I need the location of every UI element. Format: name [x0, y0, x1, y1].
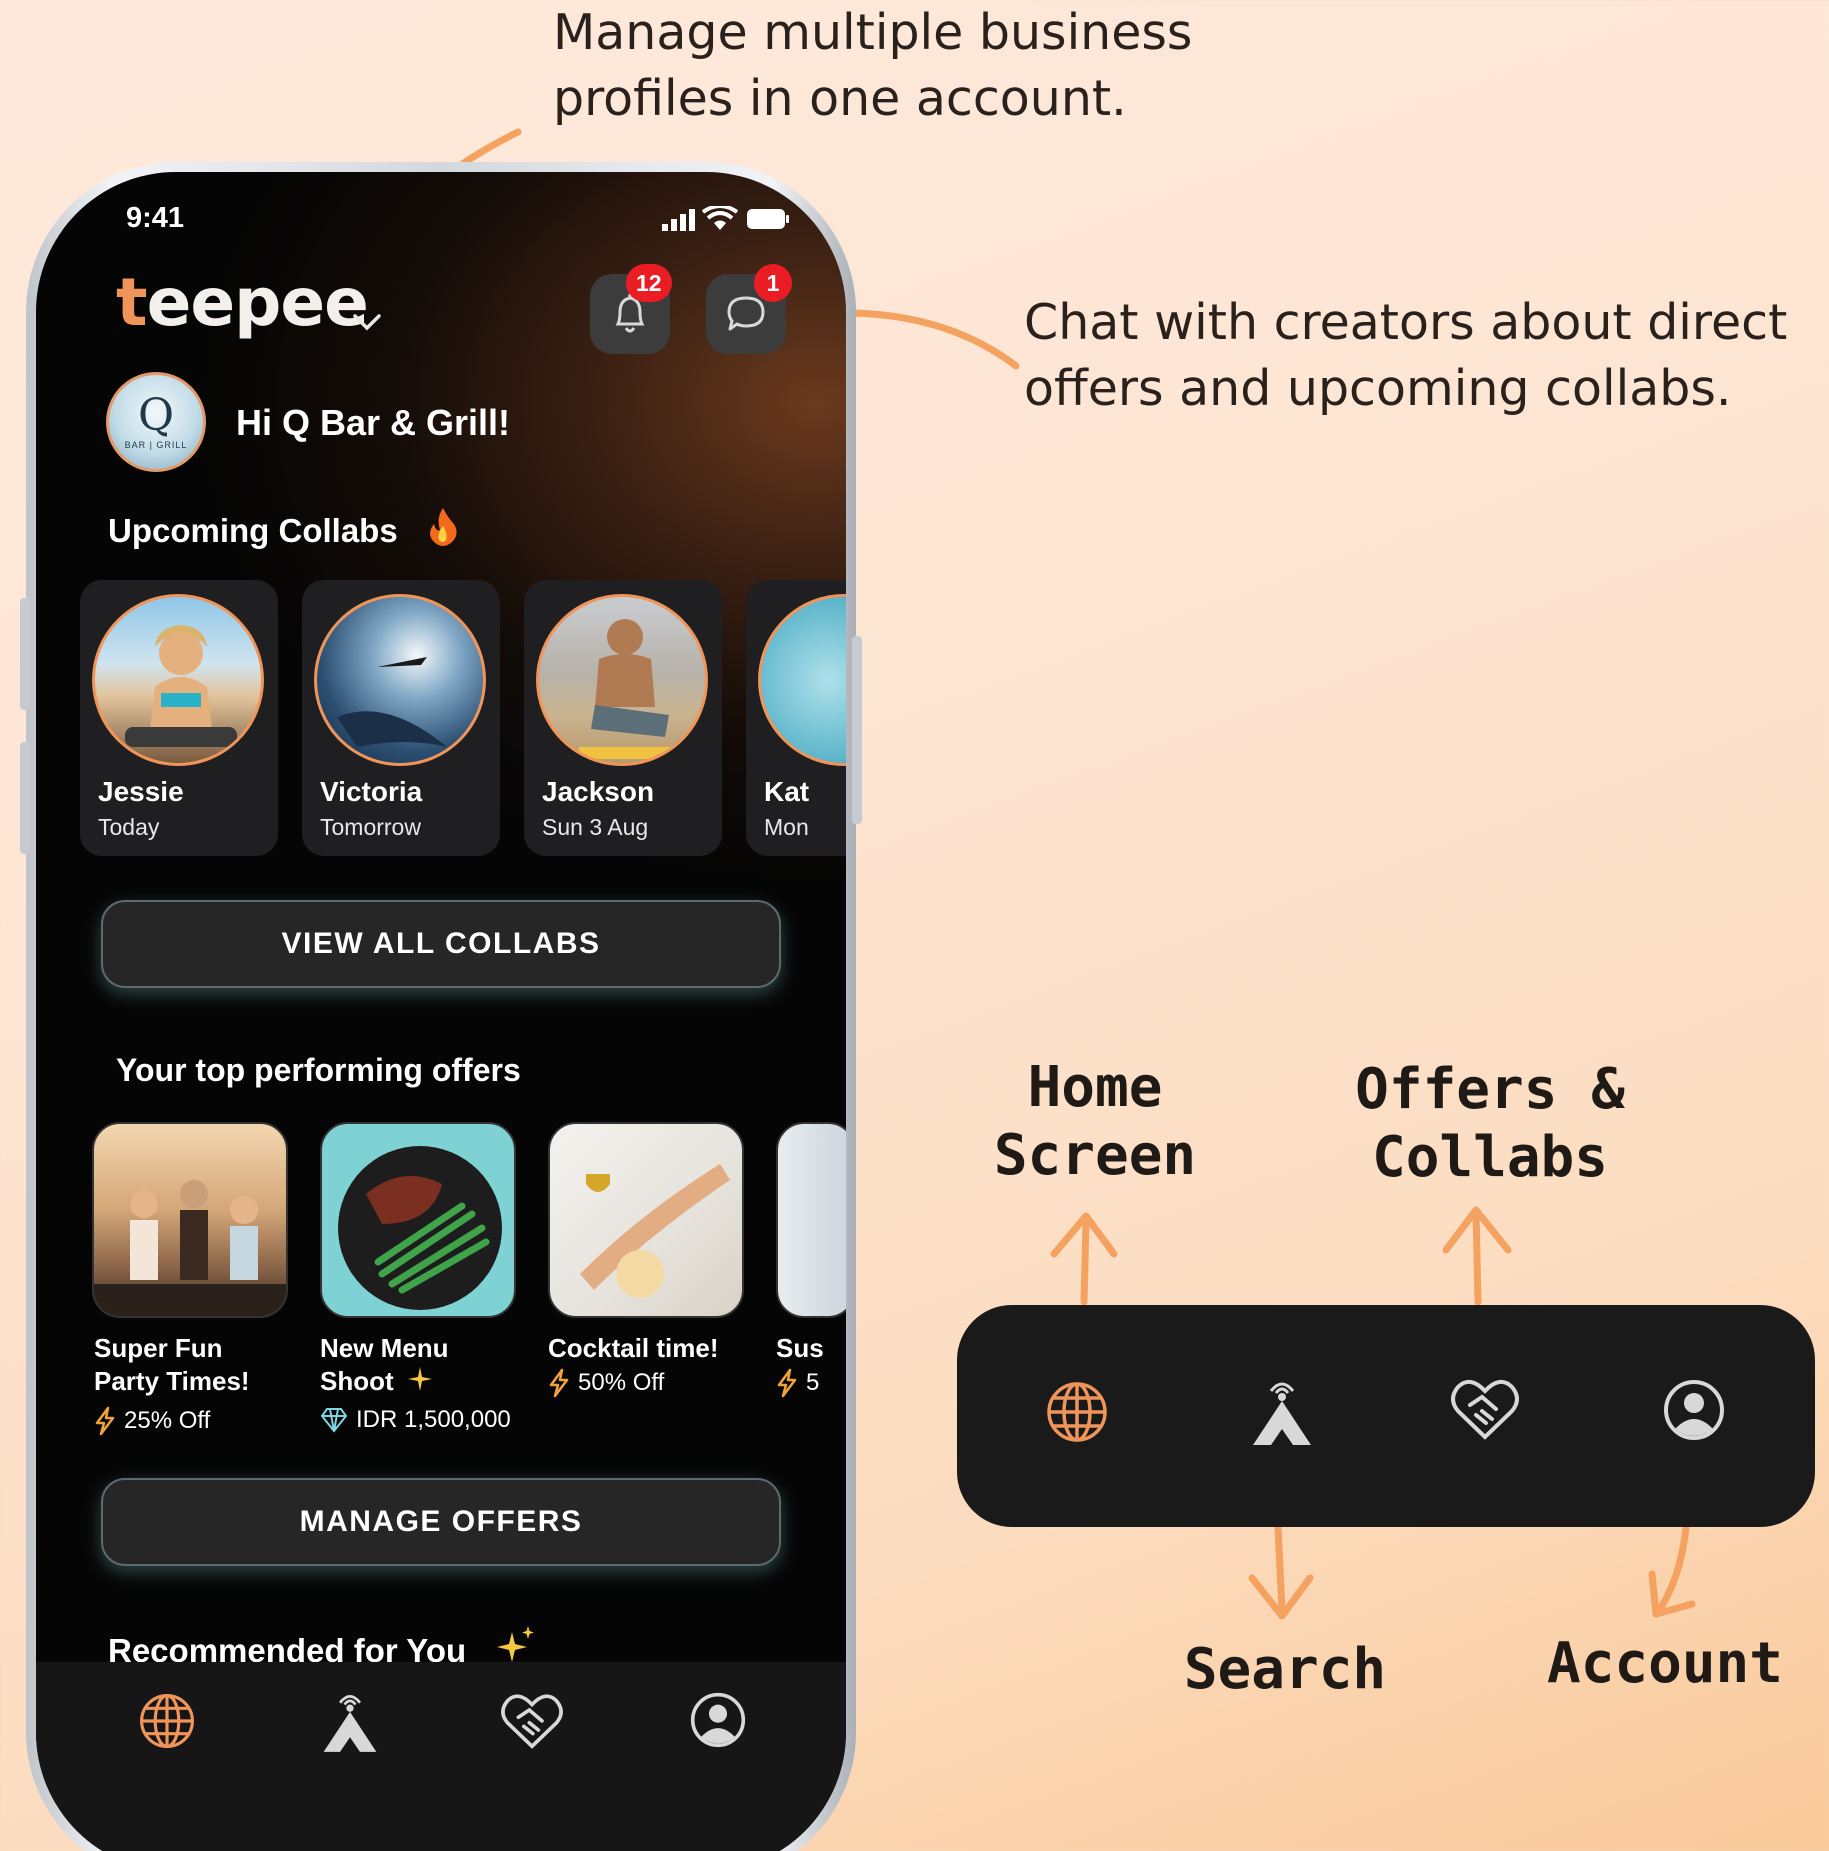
business-avatar[interactable]: Q BAR | GRILL: [106, 372, 206, 472]
diamond-icon: [320, 1408, 348, 1433]
annotation-profiles-line2: profiles in one account.: [553, 70, 1127, 127]
battery-icon: [747, 209, 789, 229]
offer-discount: 25% Off: [124, 1407, 211, 1434]
phone-side-button: [20, 742, 30, 854]
creator-name: Jessie: [98, 776, 184, 807]
creator-name: Victoria: [320, 776, 423, 807]
account-icon[interactable]: [690, 1692, 746, 1748]
sparkles-icon: [497, 1626, 534, 1662]
collab-date: Tomorrow: [320, 814, 421, 840]
enlarged-tab-bar: [957, 1305, 1815, 1527]
offer-title-line1: Sus: [776, 1333, 824, 1363]
lightning-icon: [95, 1406, 115, 1436]
messages-badge: 1: [754, 264, 792, 302]
offer-image[interactable]: [548, 1122, 744, 1318]
label-home-screen: Home Screen: [985, 1054, 1205, 1190]
teepee-search-icon[interactable]: [320, 1686, 380, 1754]
offer-meta: 5: [776, 1368, 819, 1398]
annotation-profiles: Manage multiple business profiles in one…: [553, 0, 1192, 132]
label-home-line2: Screen: [993, 1123, 1197, 1188]
tab-bar: [36, 1662, 846, 1851]
view-all-collabs-button[interactable]: VIEW ALL COLLABS: [101, 900, 781, 988]
offer-title: Cocktail time!: [548, 1332, 719, 1365]
creator-photo: [758, 594, 846, 766]
annotation-chat: Chat with creators about direct offers a…: [1024, 290, 1787, 422]
offer-title-line1: Super Fun: [94, 1333, 223, 1363]
teepee-search-icon[interactable]: [1249, 1373, 1315, 1447]
offer-title-line2-wrap: Shoot: [320, 1365, 449, 1398]
section-top-offers-title: Your top performing offers: [116, 1052, 521, 1088]
offer-title: Sus: [776, 1332, 824, 1365]
collab-card[interactable]: Victoria Tomorrow: [302, 580, 500, 856]
annotation-profiles-line1: Manage multiple business: [553, 4, 1193, 61]
offer-title-line2: Party Times!: [94, 1366, 250, 1396]
signal-icon: [662, 209, 695, 231]
creator-photo: [314, 594, 486, 766]
offer-title-line1: Cocktail time!: [548, 1333, 719, 1363]
globe-icon[interactable]: [1045, 1380, 1109, 1444]
creator-photo: [536, 594, 708, 766]
creator-name: Jackson: [542, 776, 655, 807]
offer-image[interactable]: [320, 1122, 516, 1318]
app-logo[interactable]: teepee: [116, 264, 369, 341]
offer-image-illustration: [94, 1180, 286, 1316]
creator-photo: [92, 594, 264, 766]
phone-power-button: [852, 636, 862, 824]
offer-title-line2: Shoot: [320, 1366, 394, 1396]
wifi-icon: [702, 206, 738, 230]
offer-image-illustration: [338, 1146, 502, 1310]
creator-photo-illustration: [337, 657, 447, 747]
label-offers-collabs: Offers & Collabs: [1350, 1056, 1630, 1192]
fire-icon: [430, 508, 457, 546]
status-time: 9:41: [126, 202, 185, 234]
offer-title: New Menu Shoot: [320, 1332, 449, 1398]
chat-bubble-icon: [727, 296, 765, 331]
offer-title-line1: New Menu: [320, 1333, 449, 1363]
creator-name: Kat: [764, 776, 810, 807]
annotation-chat-line2: offers and upcoming collabs.: [1024, 360, 1732, 417]
greeting: Hi Q Bar & Grill!: [236, 402, 511, 443]
offer-meta: 50% Off: [548, 1368, 664, 1398]
offer-meta: IDR 1,500,000: [320, 1406, 511, 1434]
section-upcoming-collabs: Upcoming Collabs: [108, 512, 398, 550]
offer-image-illustration: [580, 1164, 730, 1298]
offer-image[interactable]: [92, 1122, 288, 1318]
annotation-chat-line1: Chat with creators about direct: [1024, 294, 1788, 351]
manage-offers-button[interactable]: MANAGE OFFERS: [101, 1478, 781, 1566]
offer-title: Super Fun Party Times!: [94, 1332, 250, 1398]
notifications-badge: 12: [626, 264, 672, 302]
upcoming-collabs-title: Upcoming Collabs: [108, 512, 398, 549]
offer-discount: 50% Off: [578, 1369, 665, 1396]
sparkle-icon: [407, 1367, 432, 1391]
collab-date: Mon: [764, 814, 809, 840]
collab-date: Today: [98, 814, 160, 840]
avatar-subtext: BAR | GRILL: [124, 440, 188, 450]
lightning-icon: [777, 1368, 797, 1398]
offer-discount: 5: [806, 1369, 820, 1396]
collab-card[interactable]: Jackson Sun 3 Aug: [524, 580, 722, 856]
collab-card[interactable]: Kat Mon: [746, 580, 846, 856]
creator-photo-illustration: [579, 619, 679, 759]
globe-icon[interactable]: [138, 1692, 196, 1750]
account-icon[interactable]: [1663, 1379, 1725, 1441]
label-home-line1: Home: [1027, 1055, 1163, 1120]
handshake-heart-icon[interactable]: [500, 1690, 564, 1750]
lightning-icon: [549, 1368, 569, 1398]
creator-photo-illustration: [125, 625, 237, 747]
avatar-letter: Q: [137, 390, 175, 441]
label-offers-line2: Collabs: [1371, 1125, 1608, 1190]
offer-price: IDR 1,500,000: [356, 1406, 511, 1433]
label-account: Account: [1546, 1631, 1783, 1696]
chevron-down-icon[interactable]: [352, 312, 382, 332]
offer-image[interactable]: [776, 1122, 846, 1318]
label-search: Search: [1183, 1637, 1387, 1702]
phone-screen: 9:41 teepee 12 1 Q BAR | GRILL Hi Q Bar …: [36, 172, 846, 1851]
label-offers-line1: Offers &: [1355, 1057, 1625, 1122]
collab-card[interactable]: Jessie Today: [80, 580, 278, 856]
offer-meta: 25% Off: [94, 1406, 210, 1436]
logo-text: teepee: [116, 264, 369, 341]
collab-date: Sun 3 Aug: [542, 814, 649, 840]
phone-side-button: [20, 598, 30, 710]
handshake-heart-icon[interactable]: [1450, 1375, 1520, 1441]
